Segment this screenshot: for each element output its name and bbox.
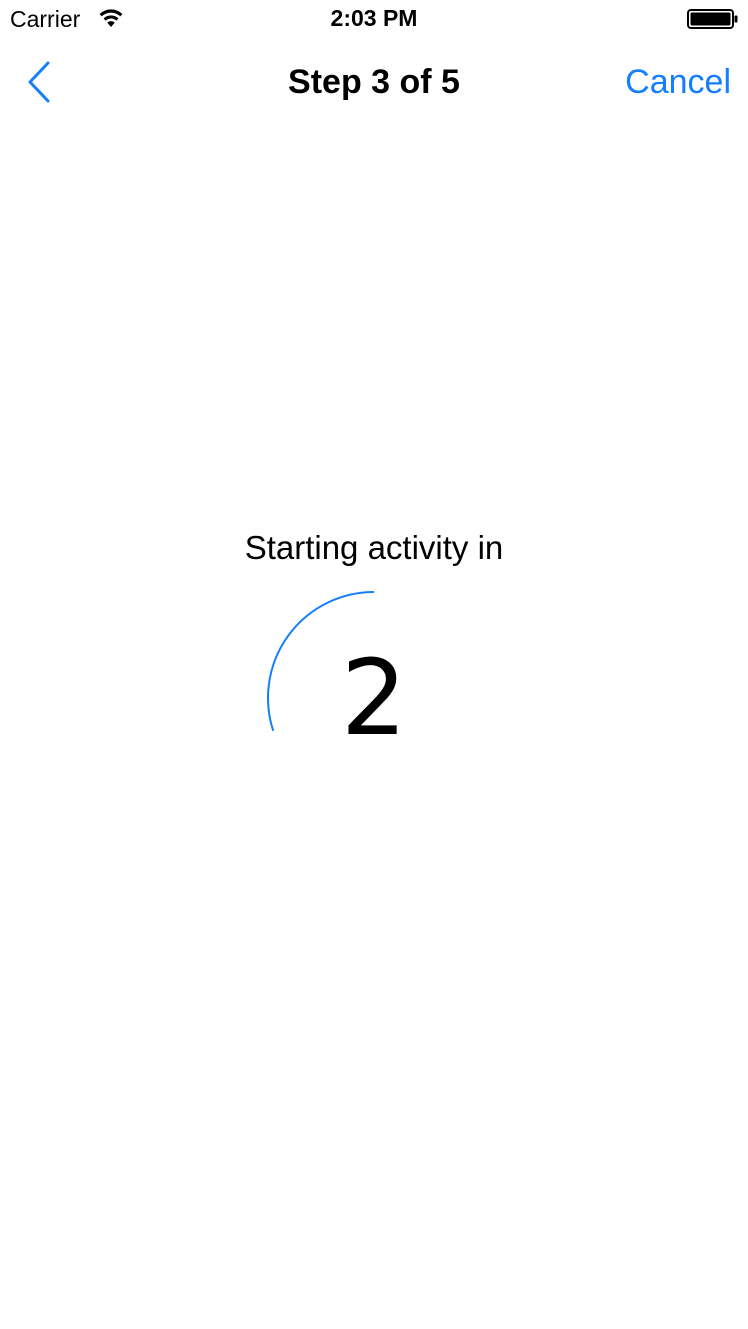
countdown-number: 2 bbox=[262, 586, 486, 810]
status-time: 2:03 PM bbox=[330, 5, 418, 31]
status-bar: Carrier 2:03 PM bbox=[0, 0, 748, 40]
countdown-value: 2 bbox=[340, 637, 408, 759]
cancel-button[interactable]: Cancel bbox=[625, 62, 731, 102]
battery-icon bbox=[687, 9, 738, 29]
countdown-caption: Starting activity in bbox=[244, 529, 504, 566]
navigation-bar: Step 3 of 5 Cancel bbox=[0, 40, 748, 128]
